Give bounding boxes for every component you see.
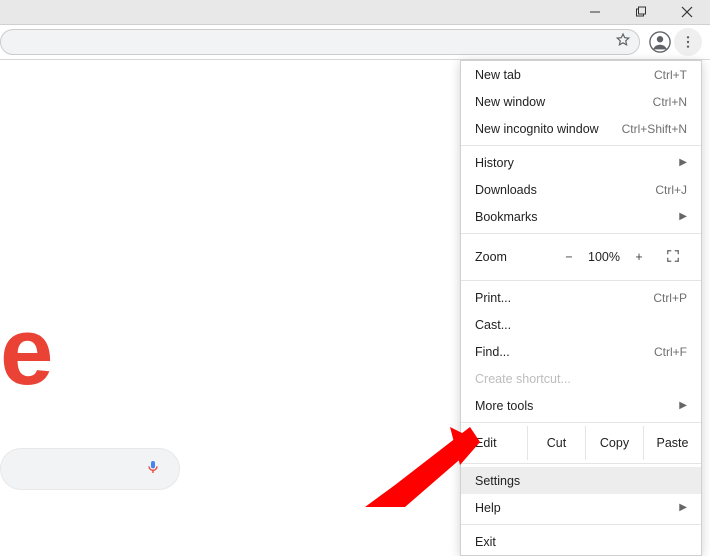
address-bar[interactable] (0, 29, 640, 55)
menu-find[interactable]: Find... Ctrl+F (461, 338, 701, 365)
submenu-arrow-icon: ▶ (679, 400, 687, 411)
zoom-value: 100% (583, 250, 625, 264)
google-logo-fragment: e (0, 318, 53, 385)
zoom-out-button[interactable]: − (555, 250, 583, 264)
kebab-menu-icon[interactable] (674, 28, 702, 56)
maximize-button[interactable] (618, 0, 664, 25)
menu-separator (461, 524, 701, 525)
fullscreen-icon[interactable] (659, 249, 687, 266)
search-box[interactable] (0, 448, 180, 490)
minimize-button[interactable] (572, 0, 618, 25)
menu-new-incognito[interactable]: New incognito window Ctrl+Shift+N (461, 115, 701, 142)
menu-help[interactable]: Help ▶ (461, 494, 701, 521)
menu-new-tab[interactable]: New tab Ctrl+T (461, 61, 701, 88)
voice-search-icon[interactable] (145, 456, 161, 483)
menu-create-shortcut: Create shortcut... (461, 365, 701, 392)
zoom-in-button[interactable]: + (625, 250, 653, 264)
menu-zoom-row: Zoom − 100% + (461, 237, 701, 277)
menu-separator (461, 463, 701, 464)
window-titlebar (0, 0, 710, 25)
chrome-main-menu: New tab Ctrl+T New window Ctrl+N New inc… (460, 60, 702, 556)
menu-edit-row: Edit Cut Copy Paste (461, 426, 701, 460)
menu-new-window[interactable]: New window Ctrl+N (461, 88, 701, 115)
menu-separator (461, 422, 701, 423)
menu-settings[interactable]: Settings (461, 467, 701, 494)
edit-cut-button[interactable]: Cut (527, 426, 585, 460)
bookmark-star-icon[interactable] (615, 32, 631, 53)
submenu-arrow-icon: ▶ (679, 211, 687, 222)
menu-separator (461, 145, 701, 146)
edit-paste-button[interactable]: Paste (643, 426, 701, 460)
submenu-arrow-icon: ▶ (679, 157, 687, 168)
menu-exit[interactable]: Exit (461, 528, 701, 555)
profile-icon[interactable] (646, 28, 674, 56)
menu-separator (461, 233, 701, 234)
menu-bookmarks[interactable]: Bookmarks ▶ (461, 203, 701, 230)
menu-separator (461, 280, 701, 281)
menu-history[interactable]: History ▶ (461, 149, 701, 176)
submenu-arrow-icon: ▶ (679, 502, 687, 513)
menu-downloads[interactable]: Downloads Ctrl+J (461, 176, 701, 203)
menu-print[interactable]: Print... Ctrl+P (461, 284, 701, 311)
edit-copy-button[interactable]: Copy (585, 426, 643, 460)
menu-cast[interactable]: Cast... (461, 311, 701, 338)
browser-toolbar (0, 25, 710, 60)
annotation-arrow-icon (365, 427, 480, 512)
close-button[interactable] (664, 0, 710, 25)
menu-more-tools[interactable]: More tools ▶ (461, 392, 701, 419)
